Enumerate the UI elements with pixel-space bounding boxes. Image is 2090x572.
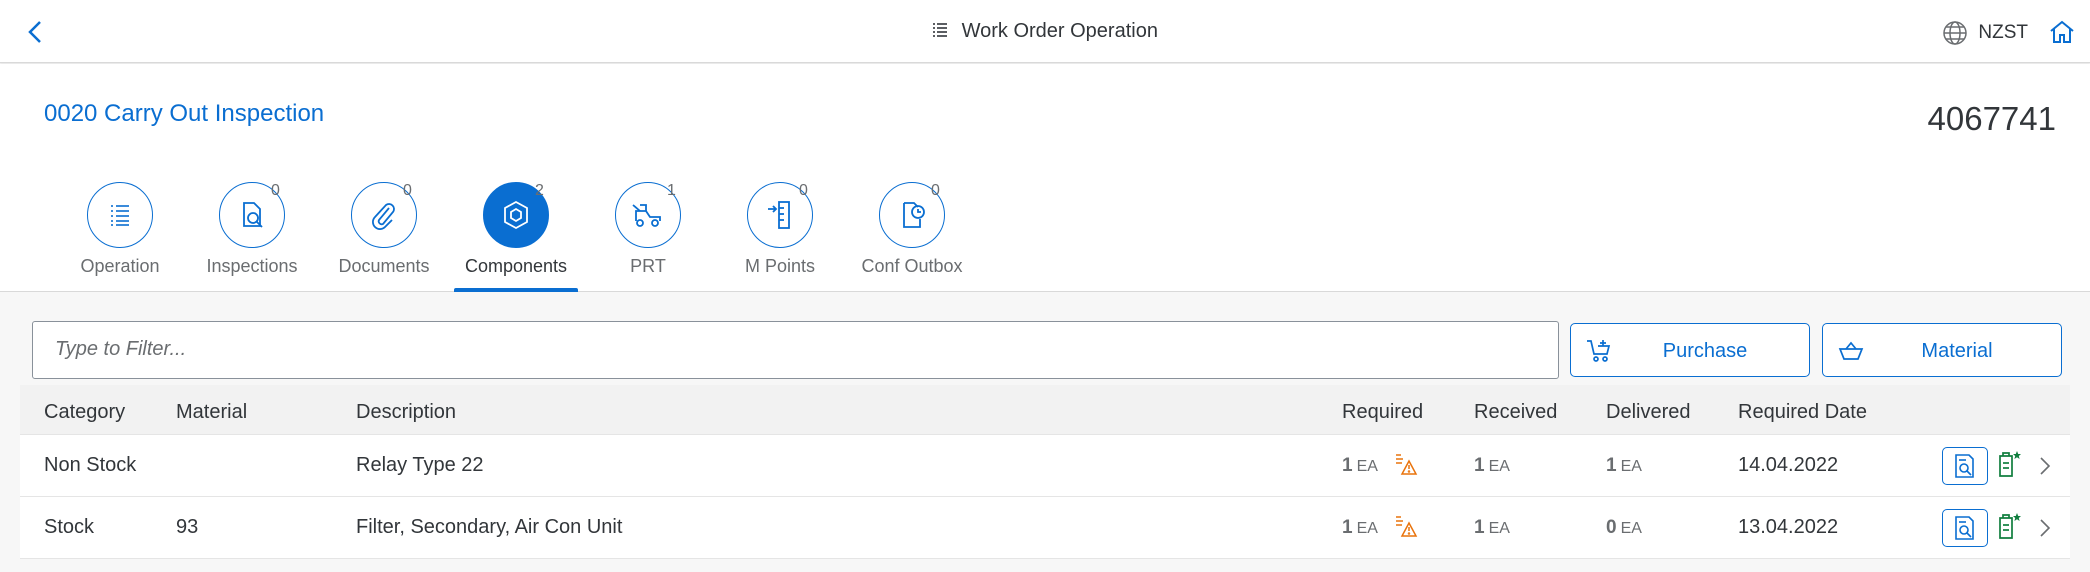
paperclip-icon: [372, 203, 395, 230]
chevron-right-icon: [2040, 519, 2051, 537]
tab-label: Conf Outbox: [861, 256, 963, 276]
column-header-material: Material: [176, 401, 248, 423]
warning-icon: [1394, 514, 1418, 543]
material-button-label: Material: [1921, 340, 1993, 362]
category-cell: Stock: [44, 516, 95, 538]
received-unit: EA: [1488, 458, 1510, 475]
icon-tab-bar: Operation 0 Inspections 0 Documents 2 Co…: [54, 182, 978, 292]
received-unit: EA: [1488, 520, 1510, 537]
purchase-button-label: Purchase: [1662, 340, 1748, 362]
warning-icon: [1394, 452, 1418, 481]
category-cell: Non Stock: [44, 454, 137, 476]
app-title-text: Work Order Operation: [961, 20, 1158, 42]
chevron-right-icon: [2040, 457, 2051, 475]
timezone-indicator[interactable]: NZST: [1942, 20, 2028, 46]
home-icon: [2050, 20, 2074, 43]
list-icon: [111, 205, 129, 226]
required-cell: 1 EA: [1342, 454, 1378, 477]
tab-count: 0: [799, 182, 808, 199]
tab-operation[interactable]: Operation: [54, 182, 186, 292]
delivered-cell: 1 EA: [1606, 454, 1642, 477]
tab-count: 2: [535, 182, 544, 199]
inspection-icon: [243, 202, 263, 228]
outbox-clock-icon: [903, 202, 925, 228]
tab-label: Components: [464, 256, 568, 276]
delivered-cell: 0 EA: [1606, 516, 1642, 539]
column-header-category: Category: [44, 401, 126, 423]
column-header-received: Received: [1474, 401, 1558, 423]
column-header-required-date: Required Date: [1738, 401, 1867, 423]
tab-label: Documents: [338, 256, 430, 276]
material-cell: 93: [176, 516, 199, 538]
tab-label: Inspections: [206, 256, 298, 276]
document-search-icon: [1955, 516, 1974, 540]
document-search-icon: [1955, 454, 1974, 478]
table-row[interactable]: Non Stock Relay Type 22 1 EA 1 EA 1 EA 14.0…: [20, 435, 2070, 497]
description-cell: Filter, Secondary, Air Con Unit: [356, 516, 623, 538]
required-unit: EA: [1356, 520, 1378, 537]
table-header: Category Material Description Required R…: [20, 385, 2070, 435]
tab-label: Operation: [80, 256, 160, 276]
confirm-document-button[interactable]: [1996, 449, 2022, 484]
filter-input[interactable]: Type to Filter...: [32, 321, 1559, 379]
required-qty: 1: [1342, 455, 1353, 476]
tab-components[interactable]: 2 Components: [450, 182, 582, 292]
selected-tab-indicator: [454, 288, 578, 292]
tab-prt[interactable]: 1 PRT: [582, 182, 714, 292]
delivered-unit: EA: [1620, 458, 1642, 475]
delivered-qty: 0: [1606, 517, 1617, 538]
confirm-document-button[interactable]: [1996, 511, 2022, 546]
material-button[interactable]: Material: [1822, 323, 2062, 377]
delivered-unit: EA: [1620, 520, 1642, 537]
app-title: Work Order Operation: [0, 20, 2090, 46]
column-header-required: Required: [1342, 401, 1424, 423]
object-header: 0020 Carry Out Inspection 4067741 Operat…: [0, 64, 2090, 292]
column-header-delivered: Delivered: [1606, 401, 1691, 423]
globe-icon: [1943, 21, 1968, 45]
row-navigation-chevron[interactable]: [2038, 455, 2052, 482]
required-date-cell: 13.04.2022: [1738, 516, 1839, 538]
operation-title[interactable]: 0020 Carry Out Inspection: [44, 100, 324, 128]
row-navigation-chevron[interactable]: [2038, 517, 2052, 544]
received-cell: 1 EA: [1474, 454, 1510, 477]
components-table: Category Material Description Required R…: [20, 385, 2070, 559]
required-cell: 1 EA: [1342, 516, 1378, 539]
clipboard-star-icon: [1999, 513, 2021, 539]
purchase-button[interactable]: Purchase: [1570, 323, 1810, 377]
tab-inspections[interactable]: 0 Inspections: [186, 182, 318, 292]
timezone-label: NZST: [1978, 22, 2028, 43]
tab-count: 1: [667, 182, 676, 199]
required-qty: 1: [1342, 517, 1353, 538]
description-cell: Relay Type 22: [356, 454, 484, 476]
delivered-qty: 1: [1606, 455, 1617, 476]
tab-label: M Points: [744, 256, 816, 276]
shell-bar: Work Order Operation NZST: [0, 0, 2090, 63]
tab-m-points[interactable]: 0 M Points: [714, 182, 846, 292]
home-button[interactable]: [2048, 18, 2076, 46]
received-qty: 1: [1474, 517, 1485, 538]
received-qty: 1: [1474, 455, 1485, 476]
tab-label: PRT: [630, 256, 666, 276]
measurement-icon: [768, 201, 790, 229]
cube-icon: [504, 200, 528, 230]
received-cell: 1 EA: [1474, 516, 1510, 539]
required-date-cell: 14.04.2022: [1738, 454, 1839, 476]
column-header-description: Description: [356, 401, 457, 423]
order-number: 4067741: [1927, 100, 2056, 137]
table-row[interactable]: Stock 93 Filter, Secondary, Air Con Unit…: [20, 497, 2070, 559]
tab-count: 0: [931, 182, 940, 199]
list-icon: [932, 22, 948, 46]
forklift-icon: [632, 204, 661, 227]
clipboard-star-icon: [1999, 451, 2021, 477]
view-document-button[interactable]: [1942, 447, 1988, 485]
required-unit: EA: [1356, 458, 1378, 475]
tab-conf-outbox[interactable]: 0 Conf Outbox: [846, 182, 978, 292]
tab-count: 0: [403, 182, 412, 199]
tab-documents[interactable]: 0 Documents: [318, 182, 450, 292]
view-document-button[interactable]: [1942, 509, 1988, 547]
tab-count: 0: [271, 182, 280, 199]
